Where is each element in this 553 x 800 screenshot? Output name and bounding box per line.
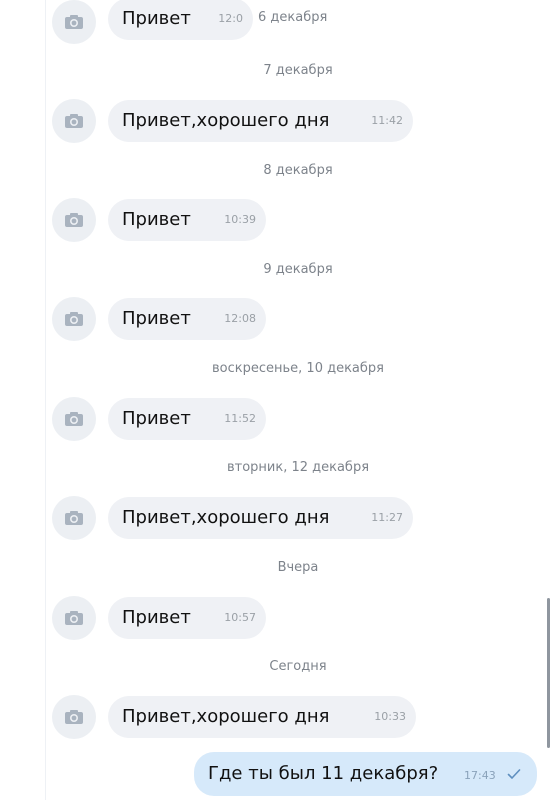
message-text: Где ты был 11 декабря? [208, 763, 439, 784]
message-bubble[interactable]: Привет 12:0 [108, 0, 253, 40]
message-time: 17:43 [464, 769, 496, 782]
message-text: Привет [122, 408, 191, 429]
camera-icon [65, 511, 83, 525]
message-text: Привет [122, 607, 191, 628]
avatar[interactable] [52, 397, 96, 441]
message-bubble[interactable]: Привет 10:57 [108, 597, 266, 639]
message-bubble[interactable]: Привет,хорошего дня 11:27 [108, 497, 413, 539]
outgoing-message-bubble[interactable]: Где ты был 11 декабря? 17:43 [194, 752, 537, 796]
message-bubble[interactable]: Привет,хорошего дня 11:42 [108, 100, 413, 142]
message-text: Привет [122, 209, 191, 230]
message-text: Привет,хорошего дня [122, 110, 330, 131]
camera-icon [65, 213, 83, 227]
avatar[interactable] [52, 496, 96, 540]
message-bubble[interactable]: Привет 11:52 [108, 398, 266, 440]
message-time: 10:39 [224, 213, 256, 226]
message-text: Привет,хорошего дня [122, 507, 330, 528]
divider [45, 0, 46, 800]
date-separator: 6 декабря [258, 10, 328, 25]
avatar[interactable] [52, 297, 96, 341]
camera-icon [65, 114, 83, 128]
chat-history[interactable]: Привет 12:0 6 декабря 7 декабря Привет,х… [0, 0, 553, 800]
message-bubble[interactable]: Привет 10:39 [108, 199, 266, 241]
message-time: 12:0 [218, 12, 243, 25]
avatar[interactable] [52, 596, 96, 640]
avatar[interactable] [52, 198, 96, 242]
scrollbar[interactable] [547, 598, 550, 748]
date-separator: 7 декабря [263, 63, 333, 78]
date-separator: 8 декабря [263, 163, 333, 178]
message-time: 12:08 [224, 312, 256, 325]
avatar[interactable] [52, 0, 96, 44]
camera-icon [65, 312, 83, 326]
camera-icon [65, 412, 83, 426]
avatar[interactable] [52, 99, 96, 143]
message-time: 11:52 [224, 412, 256, 425]
camera-icon [65, 15, 83, 29]
message-text: Привет,хорошего дня [122, 706, 330, 727]
check-icon [507, 769, 521, 779]
date-separator: воскресенье, 10 декабря [211, 361, 384, 376]
date-separator: 9 декабря [263, 262, 333, 277]
message-bubble[interactable]: Привет 12:08 [108, 298, 266, 340]
message-time: 10:57 [224, 611, 256, 624]
camera-icon [65, 611, 83, 625]
message-text: Привет [122, 8, 191, 29]
date-separator: вторник, 12 декабря [226, 460, 370, 475]
avatar[interactable] [52, 695, 96, 739]
message-time: 10:33 [374, 710, 406, 723]
message-bubble[interactable]: Привет,хорошего дня 10:33 [108, 696, 416, 738]
message-text: Привет [122, 308, 191, 329]
message-time: 11:27 [371, 511, 403, 524]
message-time: 11:42 [371, 114, 403, 127]
date-separator: Сегодня [269, 659, 327, 674]
date-separator: Вчера [277, 560, 319, 575]
camera-icon [65, 710, 83, 724]
